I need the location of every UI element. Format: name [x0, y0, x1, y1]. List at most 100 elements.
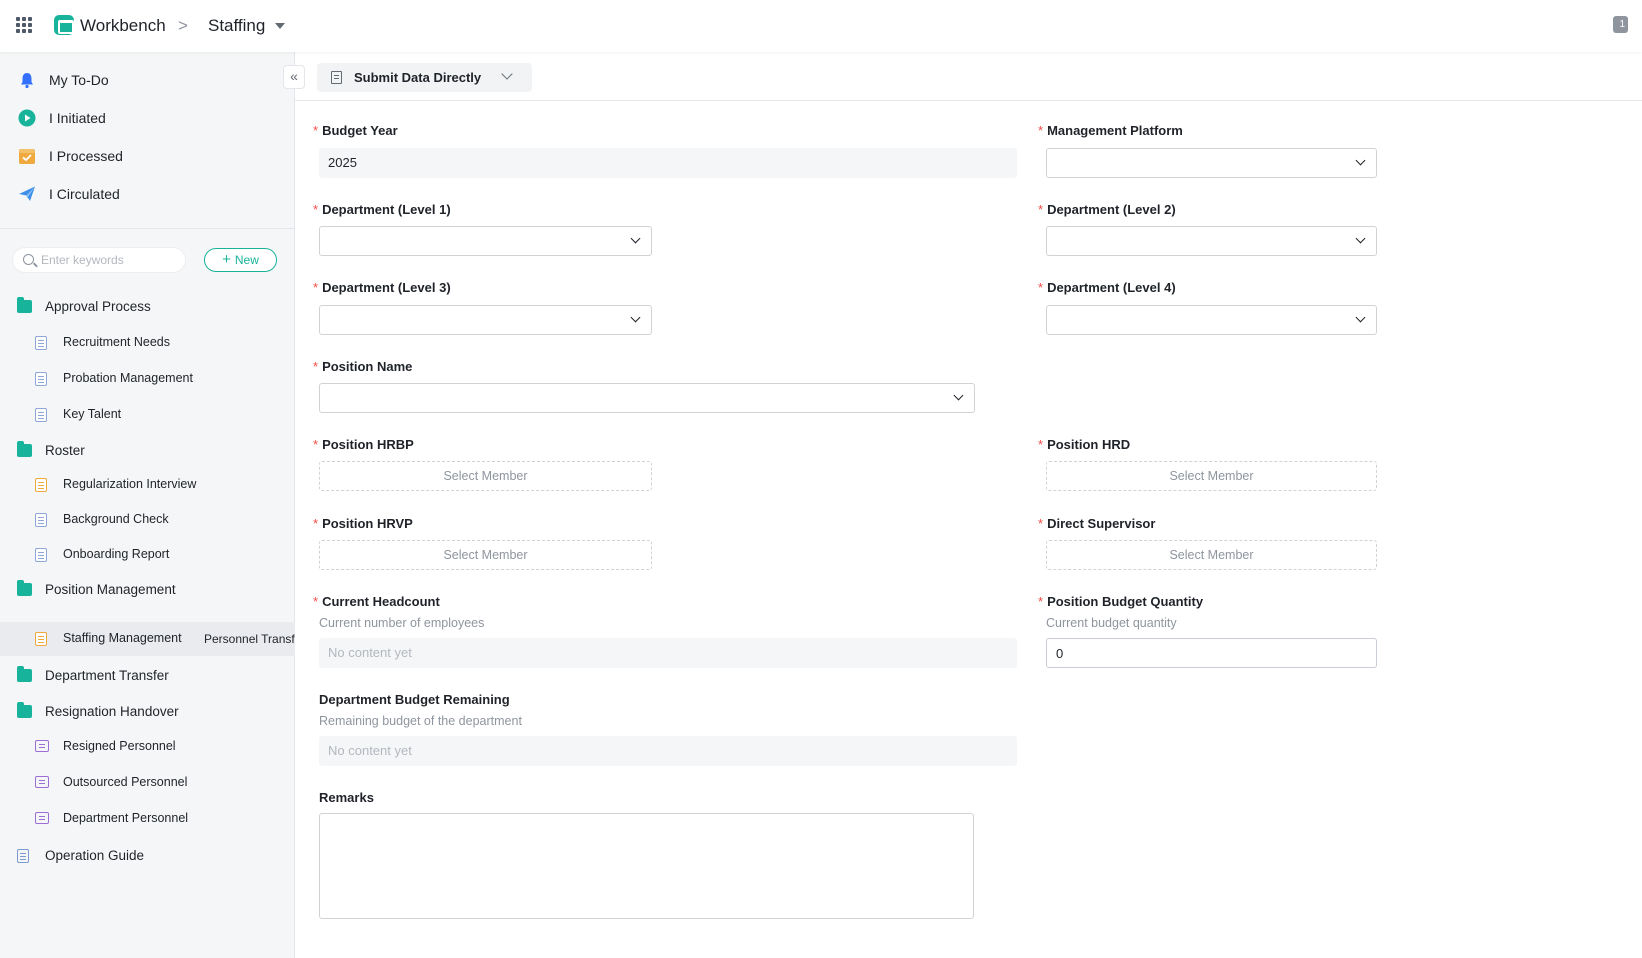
folder-icon: [17, 441, 32, 457]
chevron-down-icon: [1355, 233, 1366, 244]
tree-item-staffing-management[interactable]: Staffing Management Personnel Transfer: [0, 622, 295, 656]
document-icon: [35, 372, 47, 386]
document-icon: [35, 548, 47, 562]
tree-folder-roster[interactable]: Roster: [0, 434, 295, 468]
sidebar-item-label: My To-Do: [49, 72, 109, 88]
tree-item-label: Recruitment Needs: [63, 335, 170, 349]
tree-item-regularization-interview[interactable]: Regularization Interview: [0, 468, 295, 502]
department-level2-label: * Department (Level 2): [1038, 202, 1176, 217]
checkbox-icon: [19, 149, 35, 164]
department-budget-remaining-value: No content yet: [319, 736, 1017, 766]
tree-item-department-personnel[interactable]: Department Personnel: [0, 802, 295, 836]
guide-document-icon: [17, 849, 29, 863]
required-mark: *: [1038, 594, 1044, 609]
management-platform-select[interactable]: [1046, 148, 1377, 178]
document-icon: [35, 513, 47, 527]
tree-item-label: Resignation Handover: [45, 704, 179, 719]
department-level1-label: * Department (Level 1): [313, 202, 451, 217]
new-button-label: New: [234, 253, 259, 267]
submit-data-directly-button[interactable]: Submit Data Directly: [317, 63, 532, 92]
position-hrd-member-picker[interactable]: Select Member: [1046, 461, 1377, 491]
sidebar-item-i-circulated[interactable]: I Circulated: [0, 175, 295, 213]
app-title[interactable]: Workbench: [80, 16, 166, 36]
notification-icon[interactable]: 1: [1613, 16, 1628, 33]
tree-folder-resignation-handover[interactable]: Resignation Handover: [0, 695, 295, 729]
message-icon: [35, 740, 49, 752]
label-text: Position Budget Quantity: [1047, 594, 1204, 609]
tree-folder-approval-process[interactable]: Approval Process: [0, 290, 295, 324]
collapse-sidebar-button[interactable]: «: [283, 65, 305, 89]
required-mark: *: [313, 359, 319, 374]
direct-supervisor-member-picker[interactable]: Select Member: [1046, 540, 1377, 570]
folder-icon: [17, 702, 32, 718]
main-content: Submit Data Directly * Budget Year 2025 *…: [295, 52, 1642, 958]
tree-item-onboarding-report[interactable]: Onboarding Report: [0, 538, 295, 572]
position-name-select[interactable]: [319, 383, 975, 413]
tree-item-key-talent[interactable]: Key Talent: [0, 398, 295, 432]
tree-item-label: Staffing Management: [63, 631, 182, 645]
label-text: Position HRVP: [322, 516, 413, 531]
document-icon: [35, 478, 47, 492]
label-text: Position Name: [322, 359, 413, 374]
tree-item-label: Probation Management: [63, 371, 193, 385]
sidebar-item-my-todo[interactable]: My To-Do: [0, 61, 295, 99]
workbench-logo-icon: [54, 15, 74, 35]
search-icon: [23, 254, 34, 265]
tree-item-label: Operation Guide: [45, 848, 145, 863]
tree-item-probation-management[interactable]: Probation Management: [0, 362, 295, 396]
chevron-down-icon: [953, 390, 964, 401]
tree-item-label: Regularization Interview: [63, 477, 197, 491]
message-icon: [35, 776, 49, 788]
tree-item-label: Department Transfer: [45, 668, 169, 683]
app-grid-icon[interactable]: [16, 17, 32, 33]
caret-down-icon[interactable]: [275, 23, 285, 29]
message-icon: [35, 812, 49, 824]
tree-item-secondary-label: Personnel Transfer: [204, 632, 295, 646]
tree-item-operation-guide[interactable]: Operation Guide: [0, 839, 295, 873]
department-level1-select[interactable]: [319, 226, 652, 256]
top-bar: Workbench > Staffing 1: [0, 0, 1642, 52]
chevron-down-icon: [501, 68, 513, 80]
label-text: Department (Level 1): [322, 202, 451, 217]
tree-folder-position-management[interactable]: Position Management: [0, 573, 295, 607]
label-text: Position HRBP: [322, 437, 414, 452]
position-budget-quantity-hint: Current budget quantity: [1046, 616, 1177, 630]
position-hrbp-member-picker[interactable]: Select Member: [319, 461, 652, 491]
label-text: Direct Supervisor: [1047, 516, 1156, 531]
label-text: Department (Level 4): [1047, 280, 1176, 295]
tree-item-recruitment-needs[interactable]: Recruitment Needs: [0, 326, 295, 360]
search-input[interactable]: [41, 250, 181, 270]
tree-folder-department-transfer[interactable]: Department Transfer: [0, 659, 295, 693]
department-level2-select[interactable]: [1046, 226, 1377, 256]
sidebar-item-i-processed[interactable]: I Processed: [0, 137, 295, 175]
department-budget-remaining-hint: Remaining budget of the department: [319, 714, 522, 728]
required-mark: *: [313, 280, 319, 295]
folder-icon: [17, 297, 32, 313]
label-text: Budget Year: [322, 123, 398, 138]
department-level3-select[interactable]: [319, 305, 652, 335]
chevron-down-icon: [630, 233, 641, 244]
tree-item-resigned-personnel[interactable]: Resigned Personnel: [0, 730, 295, 764]
double-chevron-left-icon: «: [290, 68, 298, 84]
department-level4-label: * Department (Level 4): [1038, 280, 1176, 295]
budget-year-value: 2025: [319, 148, 1017, 178]
department-level4-select[interactable]: [1046, 305, 1377, 335]
sidebar-item-i-initiated[interactable]: I Initiated: [0, 99, 295, 137]
required-mark: *: [1038, 516, 1044, 531]
position-hrd-label: * Position HRD: [1038, 437, 1130, 452]
department-budget-remaining-label: Department Budget Remaining: [319, 692, 510, 707]
required-mark: *: [1038, 202, 1044, 217]
tree-item-background-check[interactable]: Background Check: [0, 503, 295, 537]
required-mark: *: [313, 123, 319, 138]
label-text: Position HRD: [1047, 437, 1131, 452]
chevron-down-icon: [630, 312, 641, 323]
position-budget-quantity-input[interactable]: [1046, 638, 1377, 668]
breadcrumb-current[interactable]: Staffing: [208, 16, 265, 36]
new-button[interactable]: + New: [204, 248, 277, 272]
remarks-textarea[interactable]: [319, 813, 974, 919]
tree-item-label: Resigned Personnel: [63, 739, 176, 753]
tree-item-outsourced-personnel[interactable]: Outsourced Personnel: [0, 766, 295, 800]
position-hrvp-member-picker[interactable]: Select Member: [319, 540, 652, 570]
tree-item-label: Approval Process: [45, 299, 151, 314]
sidebar-divider: [0, 228, 295, 229]
